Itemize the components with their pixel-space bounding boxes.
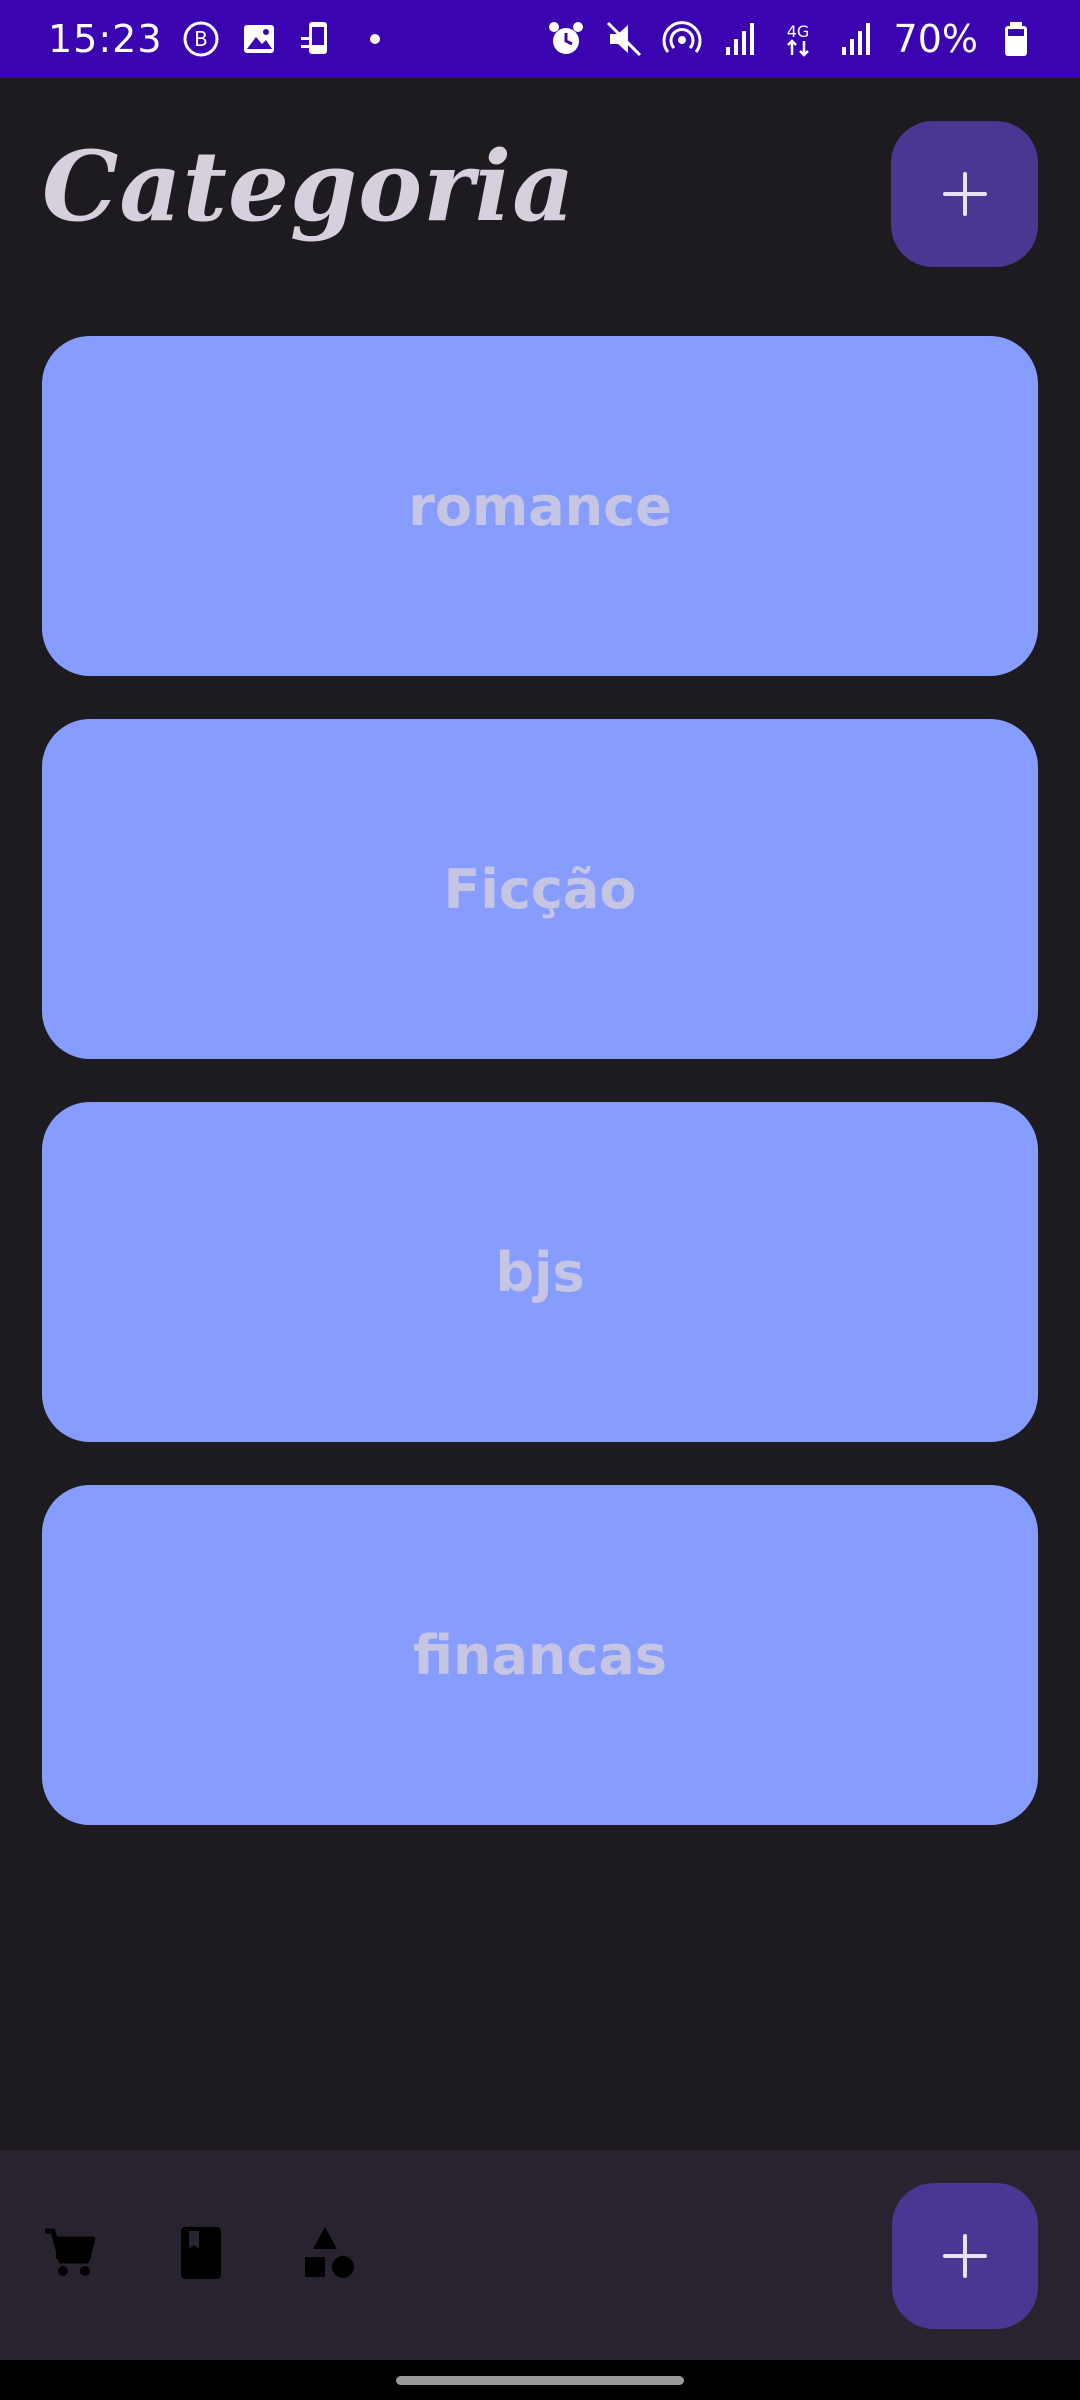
battery-percent: 70% <box>893 17 978 61</box>
battery-icon <box>996 19 1036 59</box>
status-left: 15:23 B <box>48 17 395 61</box>
add-fab-button[interactable] <box>892 2183 1038 2329</box>
add-category-button[interactable] <box>891 121 1038 267</box>
status-bar: 15:23 B 4G 70% <box>0 0 1080 78</box>
network-4g-icon: 4G <box>778 19 818 59</box>
phone-sync-icon <box>297 19 337 59</box>
plus-icon <box>942 172 987 216</box>
category-card[interactable]: bjs <box>42 1102 1038 1442</box>
category-label: romance <box>408 474 672 538</box>
page-title: Categoria <box>42 130 576 243</box>
status-time: 15:23 <box>48 17 163 61</box>
mute-icon <box>604 19 644 59</box>
plus-icon <box>943 2234 987 2278</box>
category-list: romance Ficção bjs financas <box>42 336 1038 1868</box>
gesture-handle[interactable] <box>396 2376 684 2385</box>
status-right: 4G 70% <box>546 17 1036 61</box>
gesture-navigation-area <box>0 2360 1080 2400</box>
screen: 15:23 B 4G 70% Categoria romance Ficção … <box>0 0 1080 2400</box>
hotspot-icon <box>662 19 702 59</box>
category-card[interactable]: financas <box>42 1485 1038 1825</box>
category-shapes-icon[interactable] <box>296 2220 362 2286</box>
category-label: bjs <box>495 1240 585 1304</box>
category-card[interactable]: Ficção <box>42 719 1038 1059</box>
category-label: financas <box>413 1623 667 1687</box>
signal-icon <box>836 19 876 59</box>
b-badge-icon: B <box>181 19 221 59</box>
network-label: 4G <box>786 22 809 41</box>
dot-icon <box>355 19 395 59</box>
alarm-icon <box>546 19 586 59</box>
category-label: Ficção <box>443 857 637 921</box>
svg-text:B: B <box>194 27 208 51</box>
signal-icon <box>720 19 760 59</box>
gallery-icon <box>239 19 279 59</box>
bottom-app-bar <box>0 2150 1080 2360</box>
book-icon[interactable] <box>168 2220 234 2286</box>
category-card[interactable]: romance <box>42 336 1038 676</box>
cart-icon[interactable] <box>38 2220 104 2286</box>
